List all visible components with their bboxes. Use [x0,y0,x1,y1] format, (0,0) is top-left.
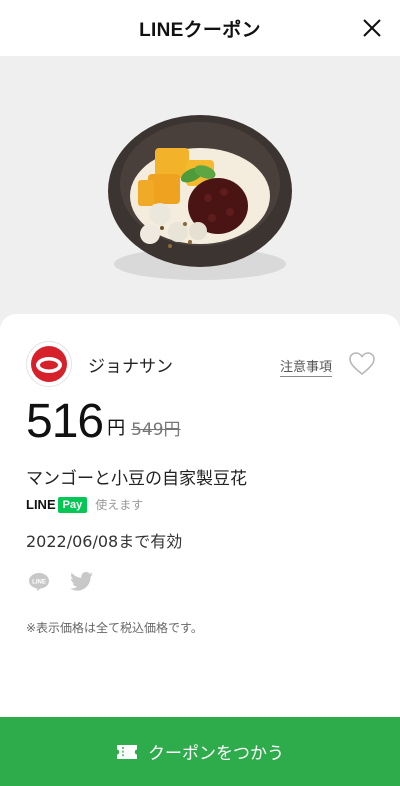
line-pay-logo-pay: Pay [57,496,88,513]
price-unit: 円 [107,418,126,439]
coupon-card: ジョナサン 注意事項 516 円 549円 マンゴーと小豆の自家製豆花 LINE… [0,314,400,786]
tax-note: ※表示価格は全て税込価格です。 [26,621,203,635]
line-pay-logo-line: LINE [26,497,56,512]
validity-date: 2022/06/08まで有効 [26,532,183,551]
brand-logo-icon [26,341,72,387]
brand-name: ジョナサン [88,357,173,377]
ticket-icon [117,744,137,759]
line-share-icon[interactable]: LINE [28,572,50,592]
product-image [0,56,400,346]
use-coupon-label: クーポンをつかう [148,744,284,764]
product-photo [108,115,292,280]
top-bar: LINEクーポン [0,0,400,56]
close-icon[interactable] [360,16,384,40]
product-name: マンゴーと小豆の自家製豆花 [26,469,247,489]
heart-icon[interactable] [349,352,375,376]
svg-text:LINE: LINE [32,580,46,586]
current-price: 516 [26,395,104,448]
page-title: LINEクーポン [139,19,261,41]
twitter-icon[interactable] [70,572,94,592]
notes-link[interactable]: 注意事項 [280,356,333,377]
price-row: 516 円 549円 [26,396,181,448]
original-price: 549円 [131,420,181,440]
payment-note: 使えます [95,498,144,512]
use-coupon-button[interactable]: クーポンをつかう [0,717,400,786]
payment-row: LINE Pay 使えます [26,496,143,513]
